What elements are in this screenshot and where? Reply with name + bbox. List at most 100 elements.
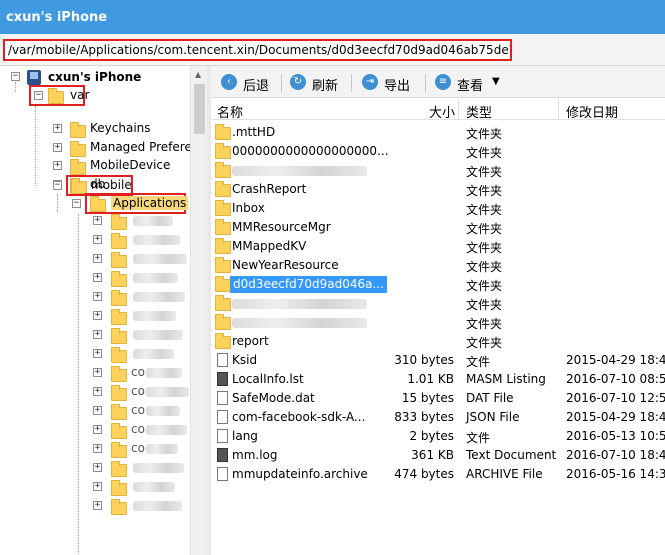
file-row[interactable]: 0000000000000000000... 文件夹: [211, 142, 665, 161]
back-icon: ‹: [221, 74, 237, 90]
file-row[interactable]: 文件夹: [211, 313, 665, 332]
tree-node-app[interactable]: +: [0, 212, 190, 231]
expand-icon[interactable]: +: [93, 501, 102, 510]
column-name[interactable]: 名称: [217, 102, 243, 121]
folder-icon: [215, 124, 231, 140]
scroll-thumb[interactable]: [194, 84, 205, 134]
tree-app-label: co: [131, 384, 145, 398]
expand-icon[interactable]: +: [93, 387, 102, 396]
file-type: MASM Listing: [466, 372, 546, 386]
expand-icon[interactable]: +: [93, 349, 102, 358]
folder-icon: [111, 214, 127, 230]
expand-icon[interactable]: +: [93, 444, 102, 453]
blurred-name: [133, 463, 184, 473]
expand-icon[interactable]: +: [93, 254, 102, 263]
tree-node-applications[interactable]: Applications: [85, 193, 189, 214]
tree-node-app[interactable]: + co: [0, 383, 190, 402]
collapse-icon[interactable]: −: [11, 72, 20, 81]
file-size: 833 bytes: [394, 410, 454, 424]
collapse-icon[interactable]: −: [53, 181, 62, 190]
expand-icon[interactable]: +: [93, 292, 102, 301]
expand-icon[interactable]: +: [93, 482, 102, 491]
expand-icon[interactable]: +: [93, 463, 102, 472]
tree-node-app[interactable]: + co: [0, 364, 190, 383]
tree-node-app[interactable]: +: [0, 478, 190, 497]
folder-icon: [111, 252, 127, 268]
expand-icon[interactable]: +: [93, 216, 102, 225]
file-row[interactable]: LocalInfo.lst 1.01 KB MASM Listing 2016-07-…: [211, 370, 665, 389]
view-button[interactable]: ≡ 查看 ▼: [435, 73, 515, 94]
blurred-name: [133, 254, 187, 264]
column-type[interactable]: 类型: [466, 102, 492, 121]
tree-node-app[interactable]: +: [0, 231, 190, 250]
expand-icon[interactable]: +: [93, 235, 102, 244]
expand-icon[interactable]: +: [53, 161, 62, 170]
tree-node-app[interactable]: +: [0, 345, 190, 364]
file-name: d0d3eecfd70d9ad046a...: [230, 276, 387, 293]
expand-icon[interactable]: +: [53, 142, 62, 152]
refresh-button[interactable]: ↻ 刷新: [290, 73, 352, 94]
blurred-name: [232, 318, 367, 328]
file-row[interactable]: com-facebook-sdk-A... 833 bytes JSON File 2…: [211, 408, 665, 427]
tree-node-app[interactable]: +: [0, 459, 190, 478]
collapse-icon[interactable]: −: [72, 199, 81, 208]
column-date[interactable]: 修改日期: [566, 102, 618, 121]
tree-node-child[interactable]: + Managed Preferen: [0, 139, 199, 158]
file-row[interactable]: 文件夹: [211, 161, 665, 180]
folder-icon: [111, 366, 127, 382]
tree-node-app[interactable]: +: [0, 307, 190, 326]
tree-node-app[interactable]: + co: [0, 421, 190, 440]
tree-node-app[interactable]: +: [0, 497, 190, 516]
file-row[interactable]: MMappedKV 文件夹: [211, 237, 665, 256]
file-row[interactable]: Ksid 310 bytes 文件 2015-04-29 18:40: [211, 351, 665, 370]
tree-node-child[interactable]: + MobileDevice: [0, 157, 190, 176]
file-icon: [217, 353, 228, 367]
folder-icon: [215, 295, 231, 311]
folder-icon: [111, 271, 127, 287]
folder-icon: [90, 196, 106, 212]
column-size[interactable]: 大小: [429, 102, 455, 121]
tree-node-app[interactable]: +: [0, 288, 190, 307]
folder-icon: [215, 257, 231, 273]
folder-icon: [111, 328, 127, 344]
file-row[interactable]: NewYearResource 文件夹: [211, 256, 665, 275]
export-button[interactable]: ⇥ 导出: [362, 73, 424, 94]
file-row[interactable]: .mttHD 文件夹: [211, 123, 665, 142]
expand-icon[interactable]: +: [93, 368, 102, 377]
file-row[interactable]: lang 2 bytes 文件 2016-05-13 10:53: [211, 427, 665, 446]
tree-node-app[interactable]: +: [0, 326, 190, 345]
expand-icon[interactable]: +: [93, 425, 102, 434]
path-input[interactable]: /var/mobile/Applications/com.tencent.xin…: [3, 39, 512, 61]
back-button[interactable]: ‹ 后退: [221, 73, 283, 94]
file-row[interactable]: SafeMode.dat 15 bytes DAT File 2016-07-10 1…: [211, 389, 665, 408]
file-row[interactable]: d0d3eecfd70d9ad046a... 文件夹: [211, 275, 665, 294]
expand-icon[interactable]: +: [93, 273, 102, 282]
expand-icon[interactable]: +: [93, 330, 102, 339]
tree-applications-label: Applications: [111, 196, 189, 210]
file-row[interactable]: MMResourceMgr 文件夹: [211, 218, 665, 237]
file-row[interactable]: Inbox 文件夹: [211, 199, 665, 218]
expand-icon[interactable]: +: [93, 406, 102, 415]
file-row[interactable]: report 文件夹: [211, 332, 665, 351]
tree-node-app[interactable]: + co: [0, 402, 190, 421]
tree-node-var[interactable]: − var: [29, 85, 89, 106]
blurred-name: [232, 166, 367, 176]
folder-tree[interactable]: − cxun's iPhone − var + Keychains + Managed…: [0, 66, 207, 555]
expand-icon[interactable]: +: [93, 311, 102, 320]
file-row[interactable]: CrashReport 文件夹: [211, 180, 665, 199]
scroll-up-icon[interactable]: ▲: [195, 70, 201, 79]
file-row[interactable]: mm.log 361 KB Text Document 2016-07-10 18:4…: [211, 446, 665, 465]
file-size: 361 KB: [411, 448, 454, 462]
tree-node-app[interactable]: +: [0, 269, 190, 288]
tree-node-app[interactable]: + co: [0, 440, 190, 459]
tree-scrollbar[interactable]: ▲: [190, 66, 207, 555]
file-row[interactable]: 文件夹: [211, 294, 665, 313]
blurred-name: [146, 368, 182, 378]
tree-node-app[interactable]: +: [0, 250, 190, 269]
tree-node-child[interactable]: + Keychains: [0, 120, 190, 139]
collapse-icon[interactable]: −: [34, 91, 43, 100]
file-row[interactable]: mmupdateinfo.archive 474 bytes ARCHIVE Fil…: [211, 465, 665, 484]
file-date: 2016-07-10 12:55: [566, 391, 665, 405]
expand-icon[interactable]: +: [53, 124, 62, 133]
file-name: com-facebook-sdk-A...: [232, 410, 366, 424]
